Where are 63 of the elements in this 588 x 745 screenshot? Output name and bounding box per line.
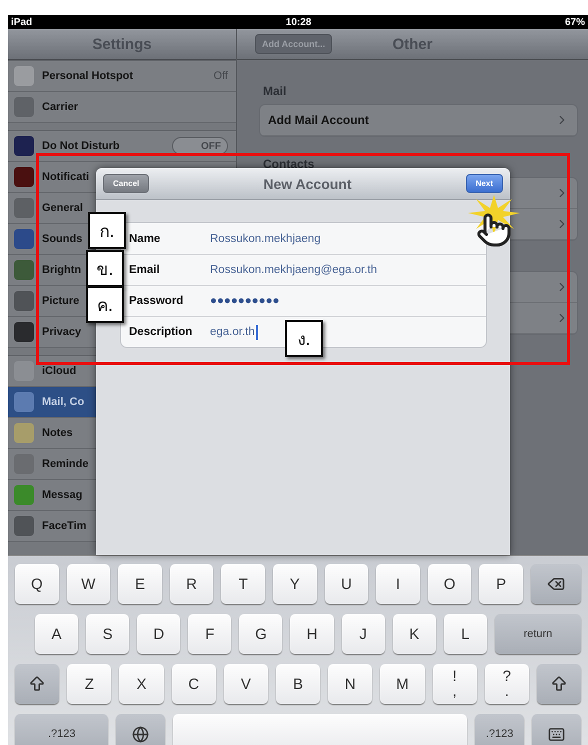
letter-key[interactable]: Z <box>67 664 112 704</box>
letter-key[interactable]: A <box>35 614 78 654</box>
numbers-key[interactable]: .?123 <box>15 714 108 745</box>
delete-key[interactable] <box>530 564 582 604</box>
letter-key[interactable]: D <box>137 614 180 654</box>
letter-key[interactable]: B <box>276 664 320 704</box>
keyboard-icon <box>548 726 566 742</box>
punctuation-key[interactable]: ! , <box>432 664 477 704</box>
annotation-label: ข. <box>86 250 124 287</box>
shift-key[interactable] <box>536 664 582 704</box>
nav-title: Other <box>392 36 432 52</box>
letter-key[interactable]: Y <box>272 564 317 604</box>
shift-key[interactable] <box>15 664 60 704</box>
nav-title: Settings <box>92 36 152 52</box>
section-header: Mail <box>263 84 288 98</box>
letter-key[interactable]: U <box>324 564 368 604</box>
letter-key[interactable]: G <box>239 614 282 654</box>
keyboard-hide-key[interactable] <box>532 714 582 745</box>
list-row[interactable]: Add Mail Account <box>260 105 577 136</box>
letter-key[interactable]: I <box>376 564 420 604</box>
letter-key[interactable]: O <box>428 564 472 604</box>
letter-key[interactable]: N <box>328 664 372 704</box>
letter-key[interactable]: P <box>479 564 523 604</box>
clock: 10:28 <box>286 16 312 28</box>
punctuation-key[interactable]: ? . <box>484 664 529 704</box>
password-field[interactable]: ●●●●●●●●●● <box>210 295 478 307</box>
letter-key[interactable]: M <box>380 664 424 704</box>
input-field[interactable]: Rossukon.mekhjaeng <box>210 232 478 244</box>
delete-icon <box>547 575 565 593</box>
field-label: Email <box>129 264 161 276</box>
globe-key[interactable] <box>116 714 166 745</box>
letter-key[interactable]: C <box>172 664 216 704</box>
letter-key[interactable]: L <box>444 614 487 654</box>
dialog-title: New Account <box>263 176 352 192</box>
annotation-label: ง. <box>285 320 323 357</box>
globe-icon <box>132 726 150 742</box>
letter-key[interactable]: V <box>224 664 268 704</box>
settings-item[interactable]: Carrier <box>8 92 236 123</box>
input-field[interactable]: Rossukon.mekhjaeng@ega.or.th <box>210 264 478 276</box>
letter-key[interactable]: Q <box>15 564 59 604</box>
letter-key[interactable]: S <box>86 614 130 654</box>
letter-key[interactable]: X <box>119 664 164 704</box>
section-header: Contacts <box>263 157 316 171</box>
letter-key[interactable]: E <box>118 564 162 604</box>
shift-icon <box>28 675 46 693</box>
letter-key[interactable]: K <box>392 614 436 654</box>
return-key[interactable]: return <box>494 614 582 654</box>
letter-key[interactable]: R <box>170 564 214 604</box>
letter-key[interactable]: T <box>221 564 265 604</box>
settings-item[interactable]: Do Not Disturb OFF <box>8 131 236 162</box>
letter-key[interactable]: F <box>188 614 232 654</box>
letter-key[interactable]: J <box>342 614 385 654</box>
numbers-key[interactable]: .?123 <box>475 714 524 745</box>
shift-icon <box>550 675 568 693</box>
battery-level: 67% <box>564 16 585 28</box>
annotation-label: ค. <box>86 286 124 323</box>
field-label: Password <box>129 295 184 307</box>
annotation-label: ก. <box>88 212 126 249</box>
device-name: iPad <box>11 16 32 28</box>
letter-key[interactable]: W <box>66 564 110 604</box>
letter-key[interactable]: H <box>290 614 334 654</box>
field-label: Description <box>129 326 194 338</box>
field-label: Name <box>129 232 162 244</box>
